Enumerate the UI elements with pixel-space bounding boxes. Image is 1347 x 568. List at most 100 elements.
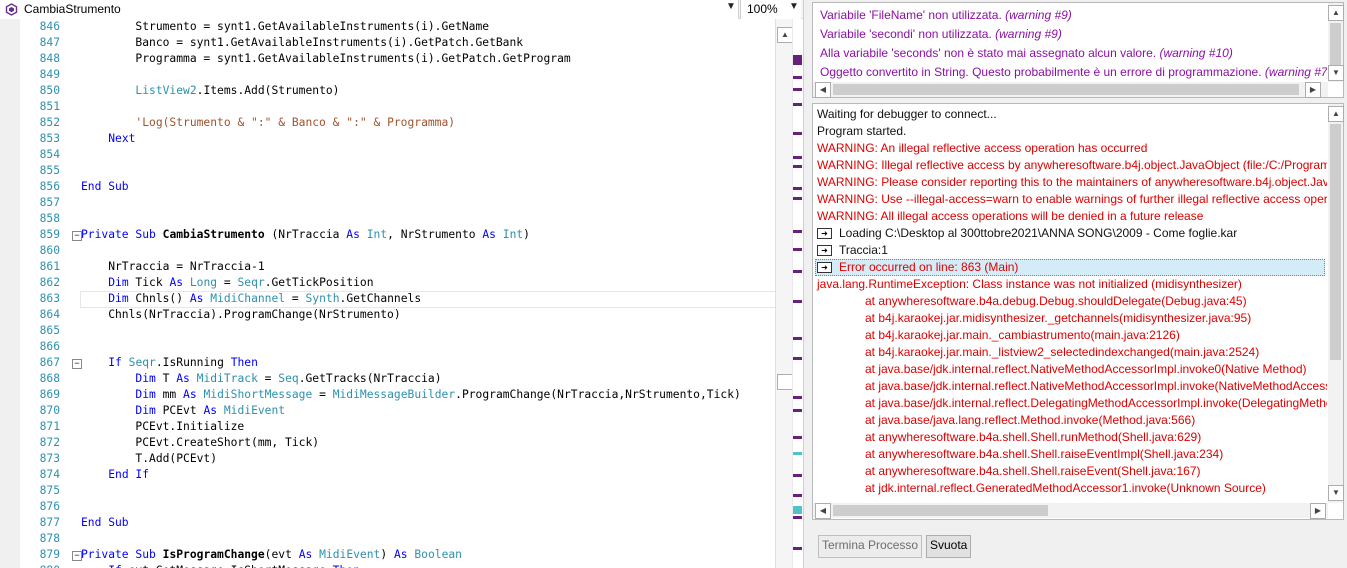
code-line[interactable]: 860 [20, 243, 775, 259]
stack-trace-line[interactable]: at jdk.internal.reflect.GeneratedMethodA… [865, 481, 1266, 496]
stack-trace-line[interactable]: at b4j.karaokej.jar.main._cambiastrument… [865, 328, 1180, 343]
scroll-right-button[interactable]: ▶ [1305, 82, 1321, 98]
stack-trace-line[interactable]: at anywheresoftware.b4a.shell.Shell.runM… [865, 430, 1201, 445]
arrow-right-icon[interactable]: ➜ [817, 228, 832, 239]
scroll-left-button[interactable]: ◀ [815, 503, 831, 519]
log-entry[interactable]: Program started. [817, 124, 906, 139]
code-line[interactable]: 878 [20, 531, 775, 547]
clear-button[interactable]: Svuota [926, 535, 972, 558]
code-line[interactable]: 876 [20, 499, 775, 515]
code-editor[interactable]: CambiaStrumento ▼ 100% ▼ 846 Strumento =… [0, 0, 803, 568]
code-line[interactable]: 853 Next [20, 131, 775, 147]
chevron-down-icon[interactable]: ▼ [789, 1, 799, 12]
warning-item[interactable]: Variabile 'secondi' non utilizzata. (war… [820, 27, 1062, 41]
warning-item[interactable]: Alla variabile 'seconds' non è stato mai… [820, 46, 1233, 60]
code-line[interactable]: 859− Private Sub CambiaStrumento (NrTracc… [20, 227, 775, 243]
sub-selector-dropdown[interactable]: CambiaStrumento ▼ [0, 0, 739, 19]
log-entry[interactable]: Waiting for debugger to connect... [817, 107, 997, 122]
log-entry[interactable]: java.lang.RuntimeException: Class instan… [817, 277, 1242, 292]
code-line[interactable]: 851 [20, 99, 775, 115]
scroll-thumb[interactable] [833, 84, 1299, 95]
code-line[interactable]: 858 [20, 211, 775, 227]
scroll-thumb[interactable] [833, 505, 1048, 516]
log-text: at jdk.internal.reflect.GeneratedMethodA… [865, 481, 1266, 495]
code-line[interactable]: 855 [20, 163, 775, 179]
stack-trace-line[interactable]: at java.base/java.lang.reflect.Method.in… [865, 413, 1195, 428]
warnings-vertical-scrollbar[interactable]: ▲ ▼ [1328, 3, 1344, 82]
code-line[interactable]: 879− Private Sub IsProgramChange(evt As M… [20, 547, 775, 563]
code-line[interactable]: 846 Strumento = synt1.GetAvailableInstru… [20, 19, 775, 35]
line-number: 856 [39, 180, 60, 193]
scroll-right-button[interactable]: ▶ [1310, 503, 1326, 519]
code-line[interactable]: 869 Dim mm As MidiShortMessage = MidiMes… [20, 387, 775, 403]
scroll-left-button[interactable]: ◀ [815, 82, 831, 98]
code-line[interactable]: 861 NrTraccia = NrTraccia-1 [20, 259, 775, 275]
code-line[interactable]: 868 Dim T As MidiTrack = Seq.GetTracks(N… [20, 371, 775, 387]
log-entry[interactable]: WARNING: Use --illegal-access=warn to en… [817, 192, 1327, 207]
warning-item[interactable]: Variabile 'FileName' non utilizzata. (wa… [820, 8, 1072, 22]
scroll-up-button[interactable]: ▲ [1328, 5, 1344, 21]
log-text: WARNING: All illegal access operations w… [817, 209, 1204, 223]
stack-trace-line[interactable]: at java.base/jdk.internal.reflect.Native… [865, 379, 1327, 394]
log-entry[interactable]: ➜ Traccia:1 [817, 243, 888, 258]
stack-trace-line[interactable]: at anywheresoftware.b4a.shell.Shell.rais… [865, 464, 1201, 479]
log-entry[interactable]: WARNING: An illegal reflective access op… [817, 141, 1147, 156]
chevron-down-icon[interactable]: ▼ [726, 1, 736, 12]
stack-trace-line[interactable]: at java.base/jdk.internal.reflect.Native… [865, 362, 1307, 377]
logs-vertical-scrollbar[interactable]: ▲ ▼ [1328, 104, 1344, 503]
code-line[interactable]: 865 [20, 323, 775, 339]
code-line[interactable]: 872 PCEvt.CreateShort(mm, Tick) [20, 435, 775, 451]
code-line[interactable]: 864 Chnls(NrTraccia).ProgramChange(NrStr… [20, 307, 775, 323]
code-text: Next [108, 132, 136, 145]
terminate-process-button[interactable]: Termina Processo [818, 535, 923, 558]
code-line[interactable]: 850 ListView2.Items.Add(Strumento) [20, 83, 775, 99]
breakpoint-gutter[interactable] [0, 19, 20, 568]
scroll-thumb[interactable] [1330, 23, 1341, 65]
line-number: 874 [39, 468, 60, 481]
code-line[interactable]: 852 'Log(Strumento & ":" & Banco & ":" &… [20, 115, 775, 131]
scroll-down-button[interactable]: ▼ [1328, 485, 1344, 501]
code-line[interactable]: 849 [20, 67, 775, 83]
stack-trace-line[interactable]: at anywheresoftware.b4a.shell.Shell.rais… [865, 447, 1223, 462]
stack-trace-line[interactable]: at b4j.karaokej.jar.main._listview2_sele… [865, 345, 1259, 360]
code-line[interactable]: 847 Banco = synt1.GetAvailableInstrument… [20, 35, 775, 51]
code-line[interactable]: 856 End Sub [20, 179, 775, 195]
warnings-panel[interactable]: Variabile 'FileName' non utilizzata. (wa… [812, 2, 1344, 98]
code-line[interactable]: 862 Dim Tick As Long = Seqr.GetTickPosit… [20, 275, 775, 291]
code-area[interactable]: 846 Strumento = synt1.GetAvailableInstru… [20, 19, 775, 568]
scroll-thumb[interactable] [777, 374, 793, 390]
warnings-horizontal-scrollbar[interactable]: ◀ ▶ [813, 82, 1328, 98]
code-line[interactable]: 863 Dim Chnls() As MidiChannel = Synth.G… [20, 291, 775, 308]
code-line[interactable]: 875 [20, 483, 775, 499]
scroll-thumb[interactable] [1330, 124, 1341, 360]
code-line[interactable]: 867− If Seqr.IsRunning Then [20, 355, 775, 371]
log-entry[interactable]: WARNING: All illegal access operations w… [817, 209, 1203, 224]
log-entry[interactable]: WARNING: Illegal reflective access by an… [817, 158, 1327, 173]
code-line[interactable]: 873 T.Add(PCEvt) [20, 451, 775, 467]
code-line[interactable]: 866 [20, 339, 775, 355]
log-entry[interactable]: ➜ Loading C:\Desktop al 300ttobre2021\ANN… [817, 226, 1237, 241]
code-line[interactable]: 870 Dim PCEvt As MidiEvent [20, 403, 775, 419]
stack-trace-line[interactable]: at anywheresoftware.b4a.debug.Debug.shou… [865, 294, 1247, 309]
code-line[interactable]: 848 Programma = synt1.GetAvailableInstru… [20, 51, 775, 67]
code-line[interactable]: 880 If evt.GetMessage.IsShortMessage The… [20, 563, 775, 568]
zoom-dropdown[interactable]: 100% ▼ [740, 0, 801, 19]
warning-item[interactable]: Oggetto convertito in String. Questo pro… [820, 65, 1327, 79]
code-line[interactable]: 854 [20, 147, 775, 163]
arrow-right-icon[interactable]: ➜ [817, 262, 832, 273]
arrow-right-icon[interactable]: ➜ [817, 245, 832, 256]
log-entry[interactable]: ➜ Error occurred on line: 863 (Main) [817, 260, 1018, 275]
code-line[interactable]: 874 End If [20, 467, 775, 483]
editor-vertical-scrollbar[interactable]: ▲ [775, 19, 793, 568]
logs-horizontal-scrollbar[interactable]: ◀ ▶ [813, 503, 1328, 519]
log-entry[interactable]: WARNING: Please consider reporting this … [817, 175, 1327, 190]
code-line[interactable]: 871 PCEvt.Initialize [20, 419, 775, 435]
scroll-up-button[interactable]: ▲ [777, 27, 793, 43]
code-line[interactable]: 877 End Sub [20, 515, 775, 531]
stack-trace-line[interactable]: at b4j.karaokej.jar.midisynthesizer._get… [865, 311, 1251, 326]
scroll-up-button[interactable]: ▲ [1328, 106, 1344, 122]
code-line[interactable]: 857 [20, 195, 775, 211]
stack-trace-line[interactable]: at java.base/jdk.internal.reflect.Delega… [865, 396, 1327, 411]
scroll-down-button[interactable]: ▼ [1328, 65, 1344, 81]
logs-panel[interactable]: Waiting for debugger to connect... Progra… [812, 103, 1344, 520]
